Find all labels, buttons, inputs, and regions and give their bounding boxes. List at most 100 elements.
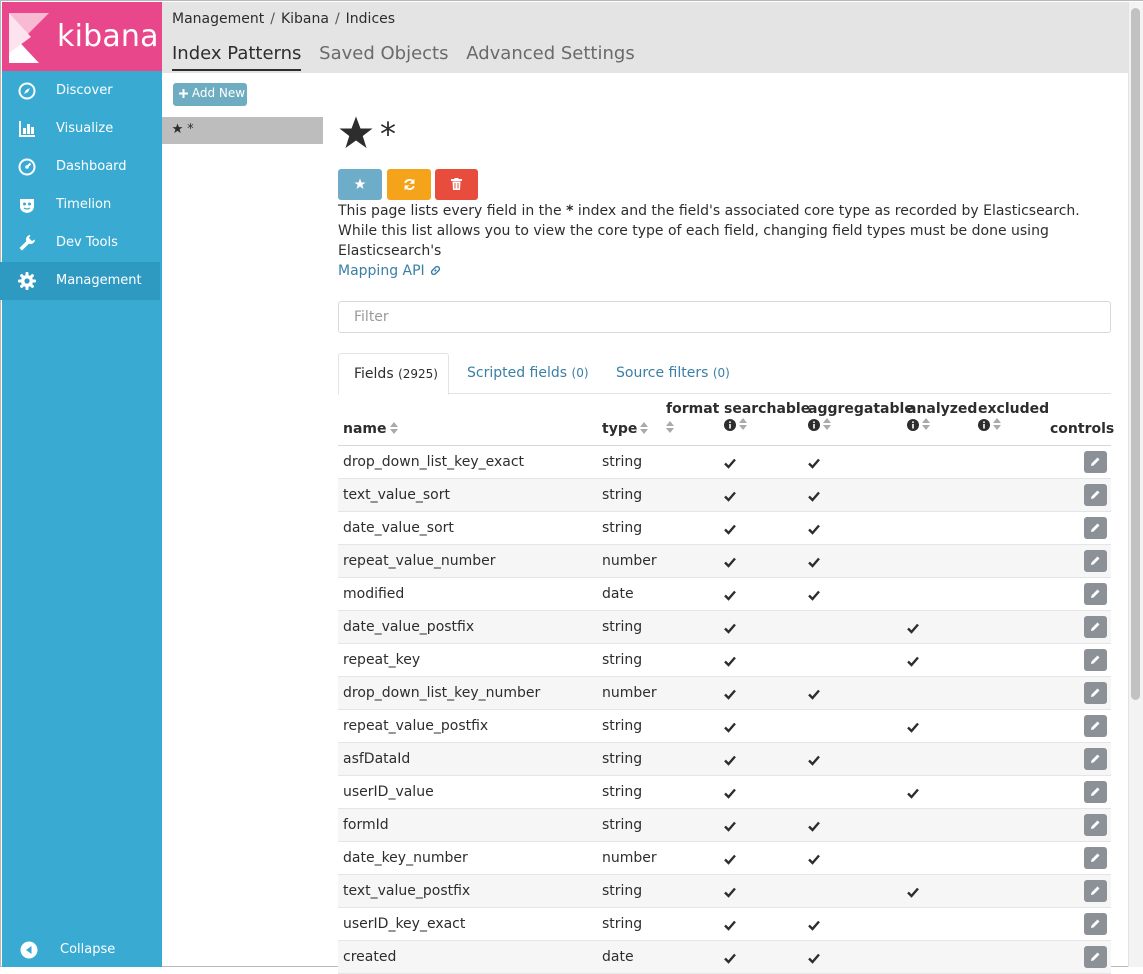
timelion-mask-icon <box>20 199 34 213</box>
column-header-type[interactable]: type <box>602 421 649 437</box>
edit-field-button[interactable] <box>1084 748 1107 770</box>
pencil-icon <box>1091 853 1100 862</box>
edit-field-button[interactable] <box>1084 484 1107 506</box>
pencil-icon <box>1091 688 1100 697</box>
tab-saved-objects[interactable]: Saved Objects <box>319 43 448 69</box>
pencil-icon <box>1091 754 1100 763</box>
tab-index-patterns[interactable]: Index Patterns <box>172 43 302 71</box>
pencil-icon <box>1091 589 1100 598</box>
sidebar-item-management[interactable]: Management <box>0 262 160 300</box>
mapping-api-link-label: Mapping API <box>338 263 425 279</box>
tab-fields[interactable]: Fields (2925) <box>338 353 449 395</box>
collapse-label: Collapse <box>60 942 116 957</box>
delete-index-pattern-button[interactable] <box>435 169 478 200</box>
aggregatable-check-icon <box>808 754 820 766</box>
sort-icon <box>922 418 930 430</box>
info-icon[interactable] <box>808 419 820 431</box>
mapping-api-link[interactable]: Mapping API <box>338 263 442 279</box>
edit-field-button[interactable] <box>1084 451 1107 473</box>
breadcrumb-item[interactable]: Kibana <box>281 11 329 27</box>
field-name: date_key_number <box>343 850 468 866</box>
column-header-excluded[interactable]: excluded <box>978 401 1049 433</box>
sidebar-item-timelion[interactable]: Timelion <box>0 186 160 224</box>
sort-icon <box>823 418 831 430</box>
column-header-controls: controls <box>1050 421 1114 437</box>
sidebar-item-dev-tools[interactable]: Dev Tools <box>0 224 160 262</box>
edit-field-button[interactable] <box>1084 649 1107 671</box>
tab-advanced-settings[interactable]: Advanced Settings <box>466 43 634 69</box>
edit-field-button[interactable] <box>1084 715 1107 737</box>
field-type: string <box>602 718 643 734</box>
table-row: date_key_number number <box>338 842 1111 875</box>
pencil-icon <box>1091 490 1100 499</box>
tab-scripted-fields[interactable]: Scripted fields (0) <box>467 353 589 394</box>
edit-field-button[interactable] <box>1084 781 1107 803</box>
breadcrumb-item: Indices <box>345 11 396 27</box>
searchable-check-icon <box>724 457 736 469</box>
logo-text: kibana <box>57 19 159 54</box>
sidebar-item-dashboard[interactable]: Dashboard <box>0 148 160 186</box>
refresh-fields-button[interactable] <box>387 169 431 200</box>
searchable-check-icon <box>724 688 736 700</box>
edit-field-button[interactable] <box>1084 847 1107 869</box>
aggregatable-check-icon <box>808 952 820 964</box>
field-type: string <box>602 520 643 536</box>
edit-field-button[interactable] <box>1084 583 1107 605</box>
pencil-icon <box>1091 952 1100 961</box>
field-type: number <box>602 850 657 866</box>
info-icon[interactable] <box>907 419 919 431</box>
edit-field-button[interactable] <box>1084 913 1107 935</box>
column-header-aggregatable[interactable]: aggregatable <box>808 401 914 433</box>
edit-field-button[interactable] <box>1084 946 1107 968</box>
edit-field-button[interactable] <box>1084 517 1107 539</box>
table-row: text_value_postfix string <box>338 875 1111 908</box>
edit-field-button[interactable] <box>1084 880 1107 902</box>
wrench-icon <box>19 234 36 251</box>
edit-field-button[interactable] <box>1084 550 1107 572</box>
column-header-searchable[interactable]: searchable <box>724 401 810 433</box>
column-header-label: name <box>343 421 387 437</box>
column-header-analyzed[interactable]: analyzed <box>907 401 977 433</box>
analyzed-check-icon <box>907 622 919 634</box>
field-name: userID_value <box>343 784 434 800</box>
edit-field-button[interactable] <box>1084 814 1107 836</box>
info-icon[interactable] <box>978 419 990 431</box>
pencil-icon <box>1091 919 1100 928</box>
field-type: string <box>602 916 643 932</box>
analyzed-check-icon <box>907 721 919 733</box>
management-tabs: Index Patterns Saved Objects Advanced Se… <box>172 43 647 71</box>
tab-source-filters[interactable]: Source filters (0) <box>616 353 730 394</box>
add-new-index-pattern-button[interactable]: Add New <box>173 83 247 106</box>
index-pattern-label: * <box>187 122 194 137</box>
pencil-icon <box>1091 655 1100 664</box>
sort-icon <box>666 421 674 433</box>
kibana-logo[interactable]: kibana <box>2 2 162 71</box>
column-header-format[interactable]: format <box>666 401 719 436</box>
pencil-icon <box>1091 721 1100 730</box>
edit-field-button[interactable] <box>1084 682 1107 704</box>
dashboard-gauge-icon <box>18 158 36 176</box>
column-header-label: format <box>666 401 720 417</box>
searchable-check-icon <box>724 655 736 667</box>
info-icon[interactable] <box>724 419 736 431</box>
management-header: Management / Kibana / Indices Index Patterns… <box>162 2 1128 73</box>
collapse-sidebar-button[interactable]: Collapse <box>2 932 162 967</box>
column-header-name[interactable]: name <box>343 421 398 437</box>
plus-icon <box>179 89 188 98</box>
edit-field-button[interactable] <box>1084 616 1107 638</box>
set-default-index-button[interactable] <box>338 169 382 200</box>
aggregatable-check-icon <box>808 523 820 535</box>
sort-icon <box>640 422 649 434</box>
sidebar-item-discover[interactable]: Discover <box>0 72 160 110</box>
field-filter-input[interactable] <box>338 301 1111 333</box>
breadcrumb: Management / Kibana / Indices <box>172 11 395 27</box>
fields-table-header: name type format searchable aggregatable… <box>338 400 1114 446</box>
breadcrumb-item[interactable]: Management <box>172 11 264 27</box>
column-header-label: analyzed <box>907 401 978 417</box>
page-scrollbar-thumb[interactable] <box>1131 8 1140 700</box>
index-pattern-list-item[interactable]: * <box>162 117 323 144</box>
sidebar-item-label: Timelion <box>56 197 112 212</box>
analyzed-check-icon <box>907 655 919 667</box>
column-header-label: type <box>602 421 638 437</box>
sidebar-item-visualize[interactable]: Visualize <box>0 110 160 148</box>
